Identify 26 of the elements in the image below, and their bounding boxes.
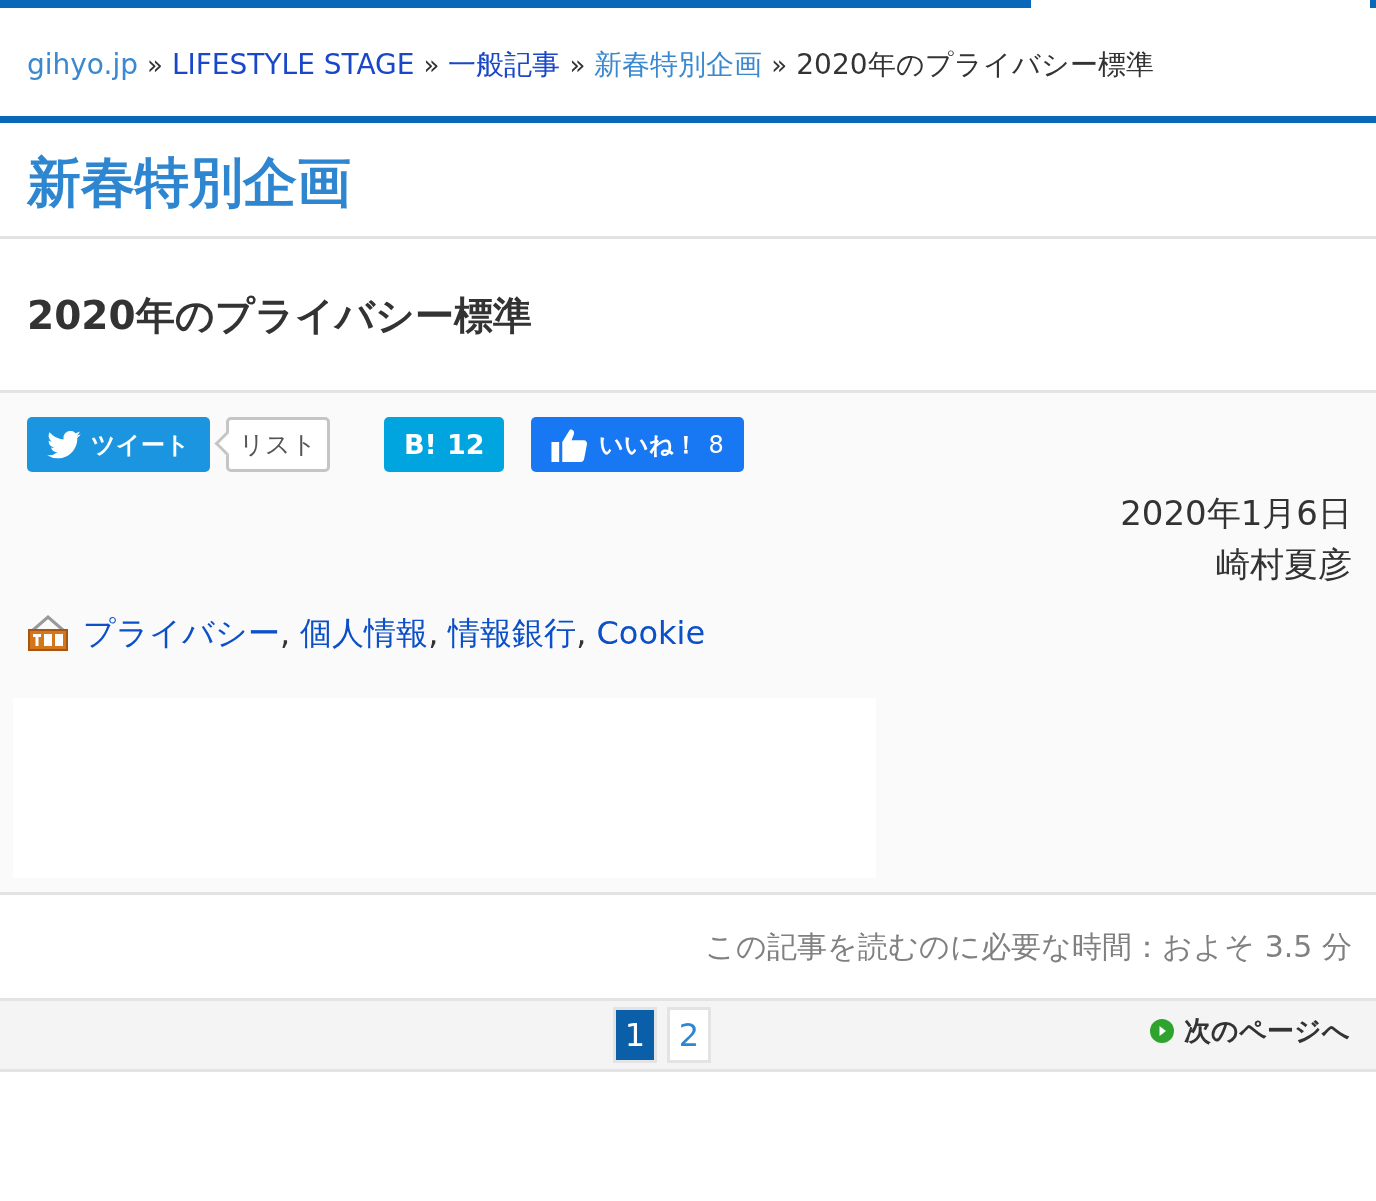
tag-link[interactable]: 個人情報 [300,612,429,657]
like-button[interactable]: いいね！ 8 [531,417,744,473]
author-name: 崎村夏彦 [1215,543,1352,587]
current-page-title: 2020年のプライバシー標準 [796,47,1154,83]
tag-separator: , [428,614,439,653]
next-page-link[interactable]: 次のページへ [1150,1013,1350,1050]
bird-icon [47,430,81,459]
page-number[interactable]: 1 [613,1007,657,1064]
tag-link[interactable]: プライバシー [83,612,280,657]
breadcrumb-separator: » [771,50,788,80]
breadcrumb-separator: » [569,50,586,80]
publish-date: 2020年1月6日 [1119,492,1352,536]
breadcrumb-link[interactable]: LIFESTYLE STAGE [171,48,415,81]
breadcrumb-separator: » [146,50,163,80]
tag-separator: , [576,614,587,653]
breadcrumb-link[interactable]: 新春特別企画 [594,46,763,84]
tag-separator: , [280,614,291,653]
page-number[interactable]: 2 [667,1007,711,1064]
tag-link[interactable]: Cookie [596,614,706,653]
series-title: 新春特別企画 [0,123,1376,240]
breadcrumb-separator: » [423,50,440,80]
breadcrumb-link[interactable]: gihyo.jp [27,48,138,81]
thumbs-up-icon [551,427,590,462]
breadcrumb-link[interactable]: 一般記事 [448,46,561,84]
play-icon [1150,1019,1174,1044]
tag-link[interactable]: 情報銀行 [448,612,577,657]
